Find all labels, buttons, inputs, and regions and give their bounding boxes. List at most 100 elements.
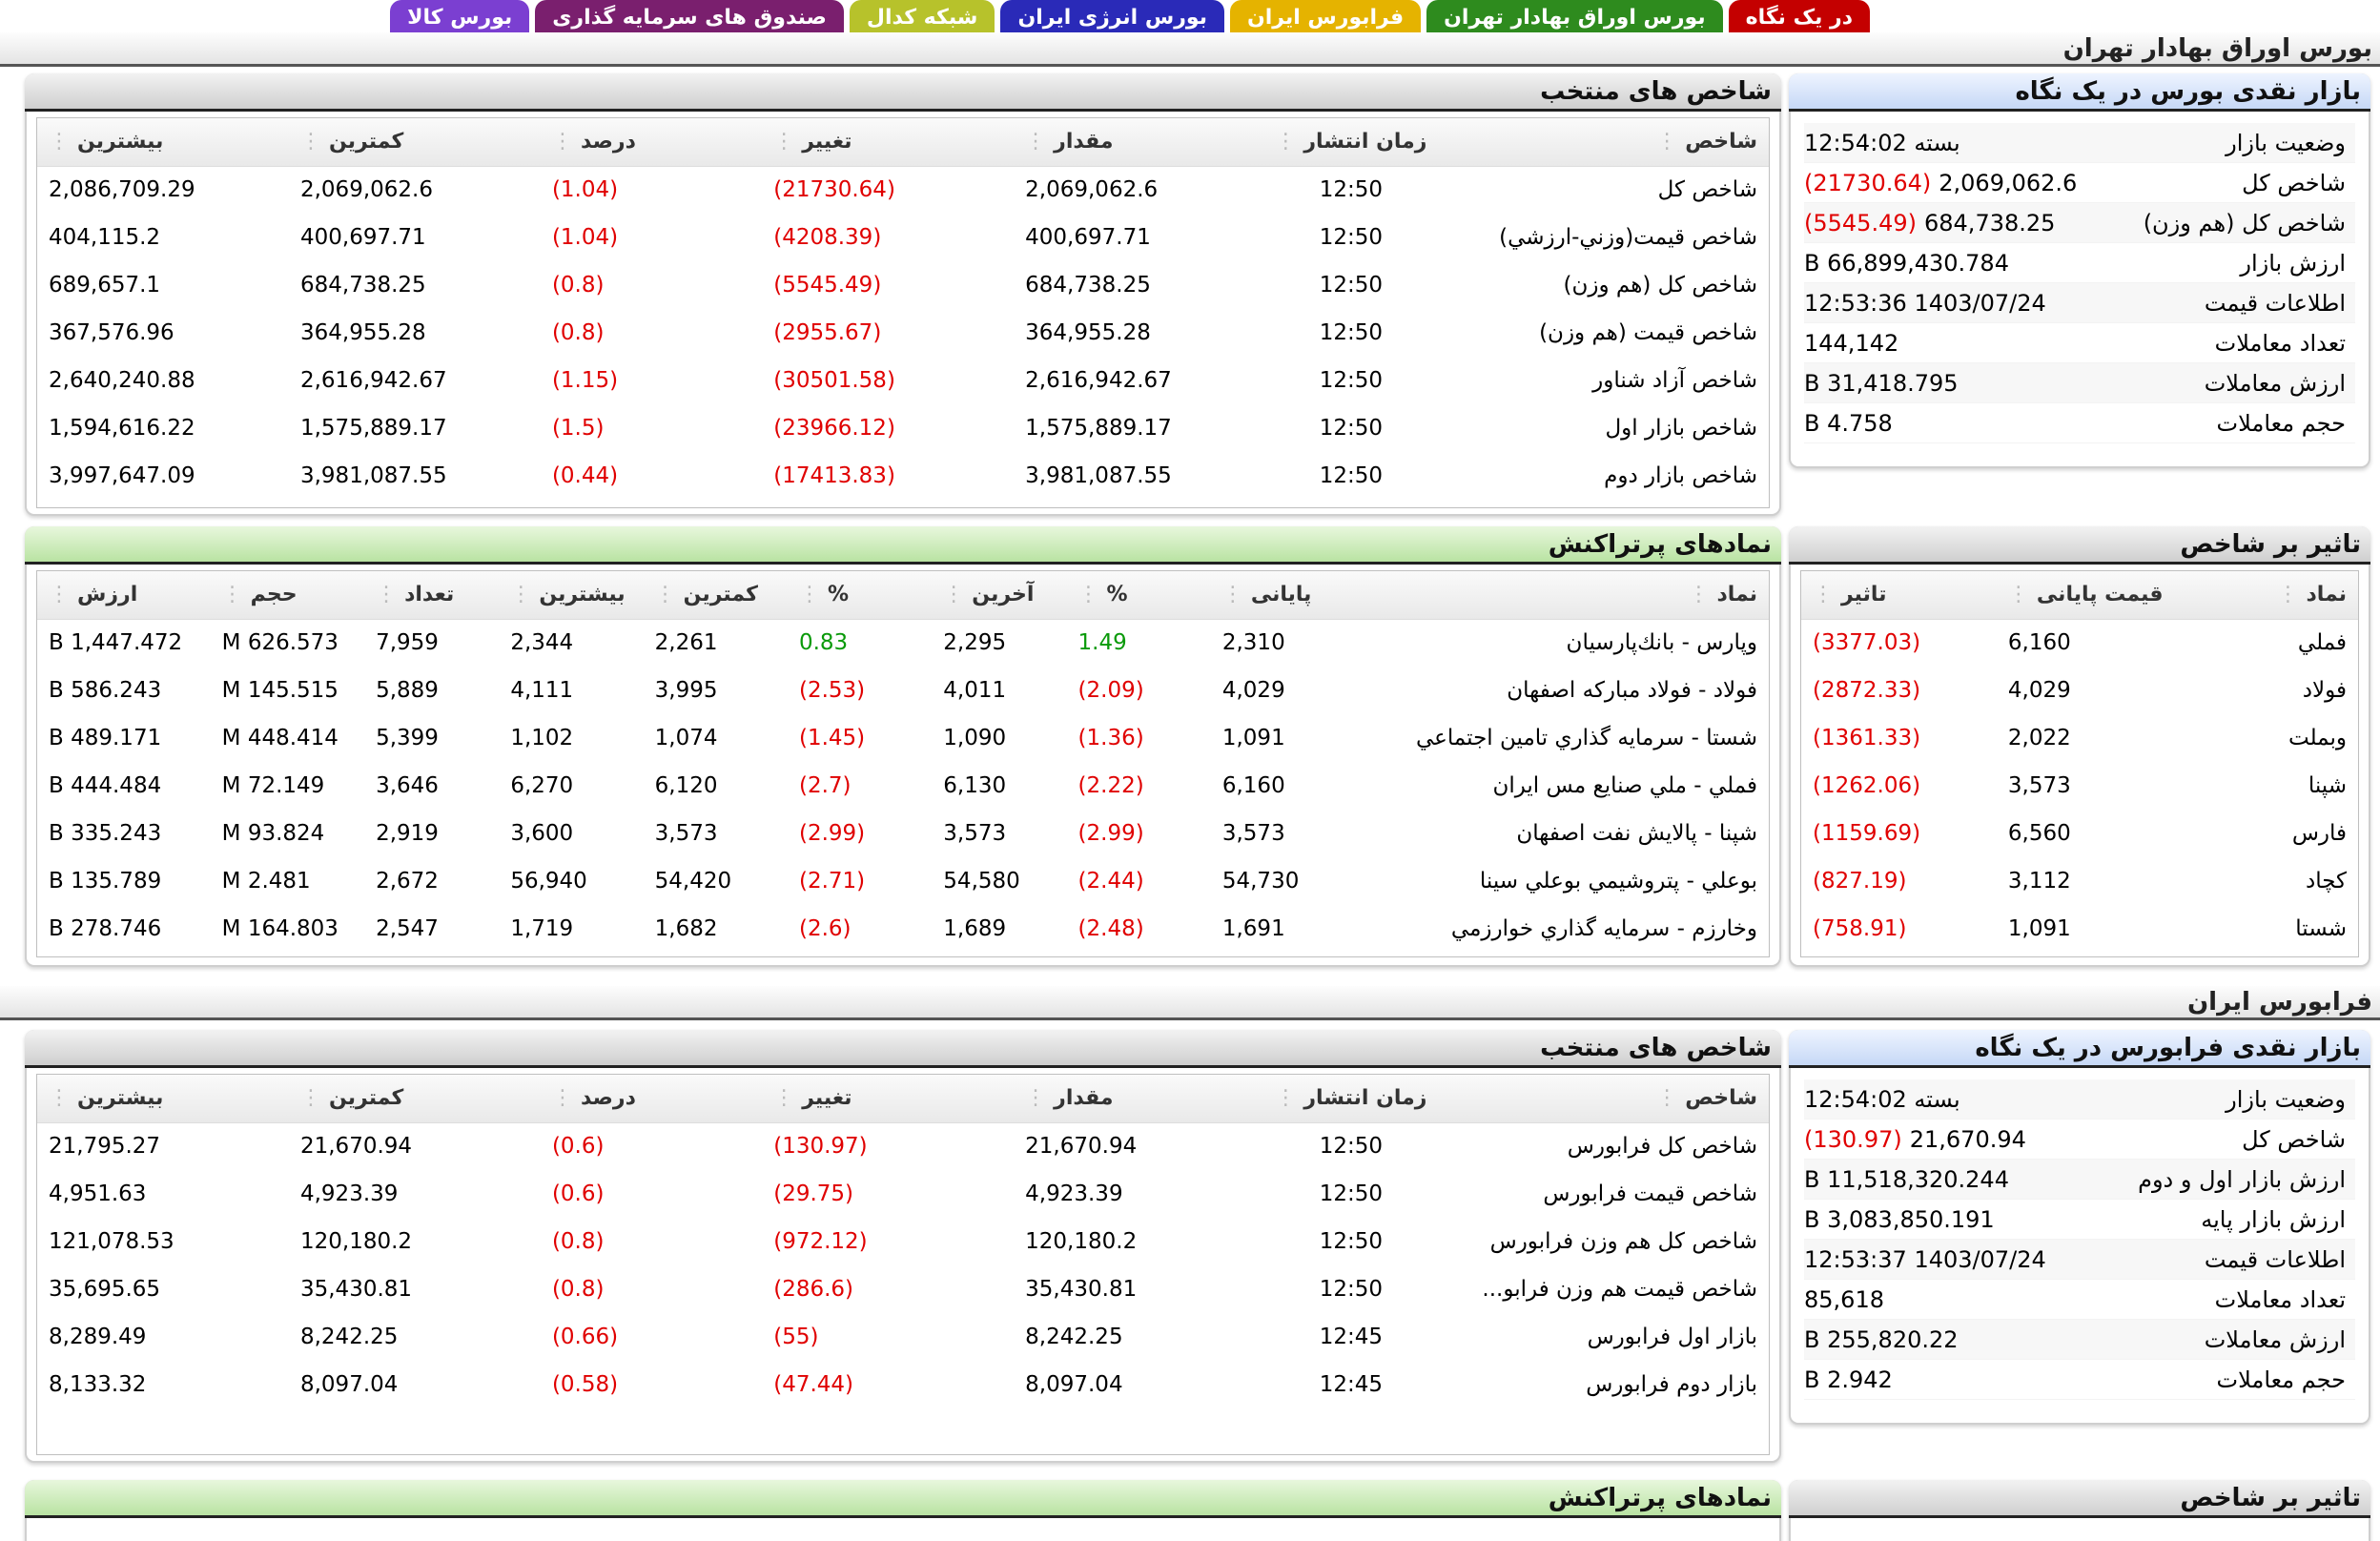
tab-0[interactable]: در یک نگاه bbox=[1728, 0, 1870, 34]
column-header[interactable]: تعداد⋮ bbox=[364, 571, 500, 620]
column-header[interactable]: کمترین ⋮ bbox=[288, 118, 541, 167]
table-row[interactable]: شاخص قيمت فرابورس 12:50 4,923.39 (29.75) (0.… bbox=[37, 1170, 1769, 1218]
table-row[interactable]: فولاد 4,029 (2872.33) bbox=[1801, 667, 2358, 714]
table-cell: (758.91) bbox=[1813, 916, 1907, 941]
table-cell: 1,719 bbox=[510, 916, 574, 941]
table-row[interactable]: شاخص بازار دوم 12:50 3,981,087.55 (17413.83… bbox=[37, 452, 1769, 500]
table-row[interactable]: بازار اول فرابورس 12:45 8,242.25 (55) (0.66)… bbox=[37, 1313, 1769, 1361]
table-row[interactable]: شاخص آزاد شناور 12:50 2,616,942.67 (30501.5… bbox=[37, 357, 1769, 404]
column-header[interactable]: شاخص ⋮ bbox=[1436, 118, 1769, 167]
tab-1[interactable]: بورس اوراق بهادار تهران bbox=[1426, 0, 1723, 34]
column-header[interactable]: کمترین ⋮ bbox=[643, 571, 788, 620]
table-row[interactable]: شستا 1,091 (758.91) bbox=[1801, 905, 2358, 953]
column-header[interactable]: نماد⋮ bbox=[1345, 571, 1769, 620]
table-cell: 364,955.28 bbox=[1025, 320, 1151, 345]
table-row[interactable]: وبملت 2,022 (1361.33) bbox=[1801, 714, 2358, 762]
table-cell: (1.04) bbox=[551, 225, 619, 250]
table-cell: 54,730 bbox=[1221, 869, 1300, 894]
table-cell: 12:50 bbox=[1319, 225, 1383, 250]
page-root: در یک نگاه بورس اوراق بهادار تهران فرابورس… bbox=[0, 0, 2380, 1541]
glance-value-cell: 2.942 B bbox=[1804, 1366, 2112, 1393]
table-cell: 2,022 bbox=[2007, 726, 2071, 750]
table-row[interactable]: وپارس - بانك‌پارسيان 2,310 1.49 2,295 0.83 2,… bbox=[37, 619, 1769, 667]
fara-glance-header: بازار نقدی فرابورس در یک نگاه bbox=[1789, 1030, 2370, 1068]
table-cell: (2.6) bbox=[798, 916, 851, 941]
tab-2[interactable]: فرابورس ایران bbox=[1229, 0, 1422, 34]
table-cell: 444.484 B bbox=[49, 773, 162, 798]
column-header[interactable]: زمان انتشار⋮ bbox=[1265, 118, 1437, 167]
column-header[interactable]: تغییر ⋮ bbox=[762, 1075, 1015, 1123]
tehran-glance-header: بازار نقدی بورس در یک نگاه bbox=[1789, 73, 2370, 112]
table-row[interactable]: بازار دوم فرابورس 12:45 8,097.04 (47.44) (0.… bbox=[37, 1361, 1769, 1408]
table-cell: 120,180.2 bbox=[299, 1229, 413, 1254]
table-row[interactable]: شاخص قيمت (هم وزن) 12:50 364,955.28 (2955.6… bbox=[37, 309, 1769, 357]
tehran-glance-list: وضعیت بازار بسته 12:54:02 شاخص کل 2,069,062… bbox=[1804, 123, 2355, 443]
column-header[interactable]: درصد ⋮ bbox=[540, 1075, 763, 1123]
table-cell: 6,160 bbox=[1221, 773, 1285, 798]
table-row[interactable]: فملي - ملي صنايع مس ايران 6,160 (2.22) 6,13… bbox=[37, 762, 1769, 810]
column-header[interactable]: شاخص ⋮ bbox=[1436, 1075, 1769, 1123]
table-row[interactable]: فولاد - فولاد مباركه اصفهان 4,029 (2.09) 4,… bbox=[37, 667, 1769, 714]
glance-value-cell: 144,142 bbox=[1804, 330, 2112, 357]
table-row[interactable]: وخارزم - سرمايه گذاري خوارزمي 1,691 (2.48)… bbox=[37, 905, 1769, 953]
table-cell: 56,940 bbox=[510, 869, 587, 894]
column-header-label: درصد bbox=[580, 1086, 636, 1111]
table-row[interactable]: شاخص قيمت(وزني-ارزشي) 12:50 400,697.71 (420… bbox=[37, 214, 1769, 261]
fara-active-panel: نمادهای پرتراکنش bbox=[25, 1480, 1781, 1541]
table-row[interactable]: کچاد 3,112 (827.19) bbox=[1801, 857, 2358, 905]
table-cell: 12:50 bbox=[1319, 177, 1383, 203]
column-header[interactable]: کمترین ⋮ bbox=[288, 1075, 541, 1123]
table-cell: 3,646 bbox=[376, 773, 439, 798]
glance-key: حجم معاملات bbox=[2216, 1366, 2346, 1393]
column-header[interactable]: آخرین ⋮ bbox=[932, 571, 1067, 620]
column-header-label: بیشترین bbox=[539, 583, 626, 607]
table-cell: (1262.06) bbox=[1813, 773, 1921, 798]
table-cell: 2,310 bbox=[1221, 630, 1285, 656]
column-header[interactable]: تاثیر ⋮ bbox=[1801, 571, 1997, 620]
table-row[interactable]: شستا - سرمايه گذاري تامين اجتماعي 1,091 (1… bbox=[37, 714, 1769, 762]
column-header[interactable]: درصد ⋮ bbox=[540, 118, 763, 167]
tab-6[interactable]: بورس کالا bbox=[390, 0, 530, 34]
column-separator-icon: ⋮ bbox=[773, 130, 795, 154]
column-header[interactable]: بیشترین ⋮ bbox=[499, 571, 644, 620]
column-header[interactable]: بیشترین ⋮ bbox=[37, 118, 289, 167]
table-row[interactable]: شاخص کل 12:50 2,069,062.6 (21730.64) (1.04) 2… bbox=[37, 166, 1769, 214]
column-header[interactable]: %⋮ bbox=[1066, 571, 1211, 620]
table-cell: شاخص قيمت فرابورس bbox=[1543, 1181, 1757, 1206]
table-row[interactable]: شاخص قیمت هم وزن فرابو... 12:50 35,430.81 (… bbox=[37, 1265, 1769, 1313]
column-header[interactable]: بیشترین ⋮ bbox=[37, 1075, 289, 1123]
table-row[interactable]: شاخص کل هم وزن فرابورس 12:50 120,180.2 (972… bbox=[37, 1218, 1769, 1265]
table-row[interactable]: شاخص بازار اول 12:50 1,575,889.17 (23966.12… bbox=[37, 404, 1769, 452]
tab-3[interactable]: بورس انرژی ایران bbox=[1000, 0, 1224, 34]
table-cell: فولاد bbox=[2302, 678, 2347, 703]
column-header[interactable]: ارزش ⋮ bbox=[37, 571, 211, 620]
glance-key: اطلاعات قیمت bbox=[2204, 1245, 2346, 1273]
column-header[interactable]: پایانی ⋮ bbox=[1210, 571, 1346, 620]
table-cell: شاخص قيمت(وزني-ارزشي) bbox=[1499, 225, 1757, 250]
table-row[interactable]: شاخص کل (هم وزن) 12:50 684,738.25 (5545.49)… bbox=[37, 261, 1769, 309]
column-header[interactable]: %⋮ bbox=[787, 571, 933, 620]
table-cell: شاخص بازار دوم bbox=[1604, 463, 1757, 488]
table-row[interactable]: بوعلي - پتروشيمي بوعلي سينا 54,730 (2.44) 5… bbox=[37, 857, 1769, 905]
table-cell: 7,959 bbox=[376, 630, 439, 656]
glance-row: شاخص کل (هم وزن) 684,738.25 (5545.49) bbox=[1804, 203, 2355, 243]
table-row[interactable]: شپنا - پالايش نفت اصفهان 3,573 (2.99) 3,573… bbox=[37, 810, 1769, 857]
table-cell: (0.8) bbox=[551, 1277, 605, 1302]
glance-value-cell: بسته 12:54:02 bbox=[1804, 130, 2112, 156]
table-row[interactable]: فارس 6,560 (1159.69) bbox=[1801, 810, 2358, 857]
column-header[interactable]: زمان انتشار⋮ bbox=[1265, 1075, 1437, 1123]
column-header[interactable]: نماد⋮ bbox=[2191, 571, 2358, 620]
glance-value-cell: 66,899,430.784 B bbox=[1804, 250, 2112, 277]
table-row[interactable]: شاخص كل فرابورس 12:50 21,670.94 (130.97) (0.… bbox=[37, 1122, 1769, 1170]
column-header[interactable]: حجم ⋮ bbox=[210, 571, 365, 620]
table-row[interactable]: شپنا 3,573 (1262.06) bbox=[1801, 762, 2358, 810]
tab-4[interactable]: شبکه کدال bbox=[849, 0, 995, 34]
column-header[interactable]: مقدار ⋮ bbox=[1014, 118, 1266, 167]
tab-5[interactable]: صندوق های سرمایه گذاری bbox=[535, 0, 844, 34]
column-header[interactable]: تغییر ⋮ bbox=[762, 118, 1015, 167]
column-header[interactable]: مقدار ⋮ bbox=[1014, 1075, 1266, 1123]
column-header[interactable]: قیمت پایانی ⋮ bbox=[1996, 571, 2192, 620]
tehran-active-table: نماد⋮ پایانی⋮ %⋮ آخرین⋮ %⋮ کمترین⋮ بیشترین⋮ تعد… bbox=[37, 571, 1769, 953]
table-row[interactable]: فملي 6,160 (3377.03) bbox=[1801, 619, 2358, 667]
table-cell: (972.12) bbox=[773, 1229, 868, 1254]
